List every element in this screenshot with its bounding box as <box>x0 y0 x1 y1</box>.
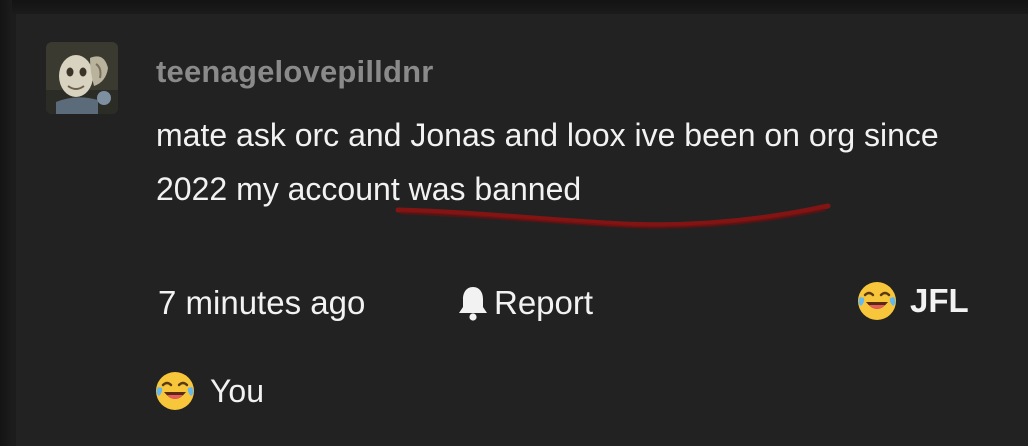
red-underline-annotation <box>395 203 831 229</box>
comment-username[interactable]: teenagelovepilldnr <box>156 54 434 90</box>
bell-icon <box>459 287 487 321</box>
crying-laughing-emoji-icon <box>858 282 896 320</box>
report-button[interactable]: Report <box>456 284 593 322</box>
avatar[interactable] <box>46 42 118 114</box>
report-label: Report <box>494 284 594 321</box>
reacted-by-row: You <box>154 370 264 412</box>
left-edge <box>0 0 12 446</box>
avatar-image <box>46 42 118 114</box>
comment-timestamp: 7 minutes ago <box>158 284 366 321</box>
jfl-reaction-button[interactable]: JFL <box>856 280 969 322</box>
crying-laughing-emoji-icon <box>156 372 194 410</box>
jfl-reaction-label: JFL <box>910 282 969 319</box>
reacted-by-label: You <box>210 372 264 409</box>
